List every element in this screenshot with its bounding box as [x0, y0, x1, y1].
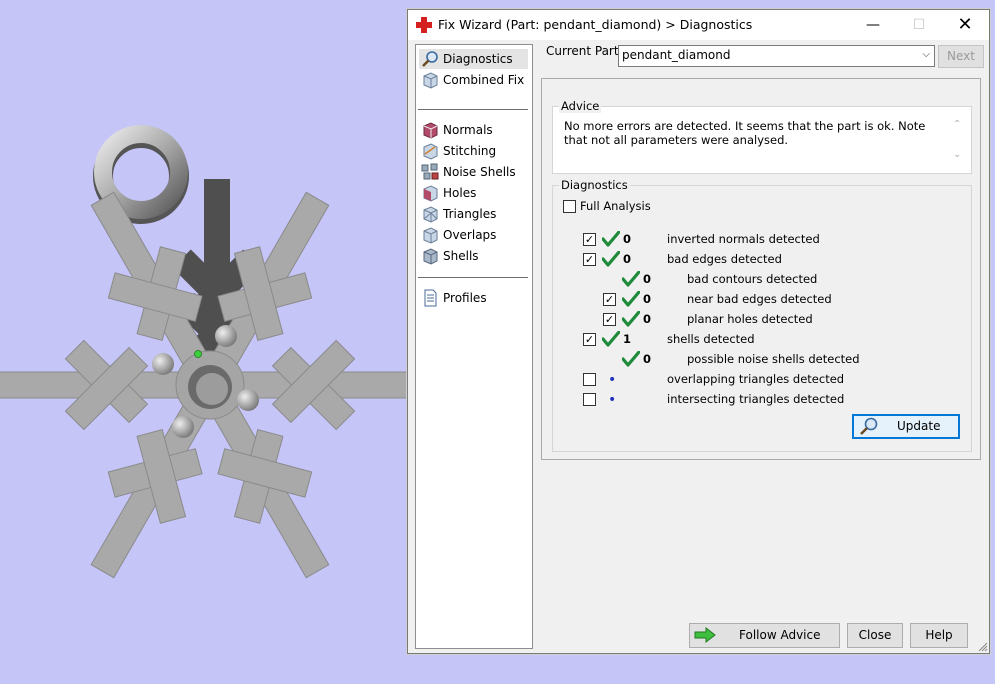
- nav-item-profiles[interactable]: Profiles: [419, 288, 528, 308]
- diagnostic-count: 0: [643, 312, 652, 326]
- diagnostic-row: ✓ 0 inverted normals detected: [553, 230, 953, 249]
- update-button[interactable]: Update: [852, 414, 960, 439]
- diagnostic-checkbox[interactable]: [583, 373, 596, 386]
- diagnostic-label: overlapping triangles detected: [667, 372, 845, 386]
- diagnostic-row: ✓ 0 near bad edges detected: [553, 290, 953, 309]
- holes-cube-icon: [423, 185, 438, 202]
- diagnostics-title: Diagnostics: [559, 178, 630, 192]
- current-part-select[interactable]: pendant_diamond ⌵: [618, 45, 935, 67]
- nav-item-stitching[interactable]: Stitching: [419, 141, 528, 161]
- app-cross-icon: [416, 17, 432, 33]
- not-analysed-dot-icon: •: [608, 372, 617, 388]
- nav-item-triangles[interactable]: Triangles: [419, 204, 528, 224]
- diagnostic-row: • overlapping triangles detected: [553, 371, 953, 389]
- diagnostic-row: 0 possible noise shells detected: [553, 350, 953, 369]
- diagnostic-label: possible noise shells detected: [687, 352, 860, 366]
- check-icon: [621, 290, 641, 307]
- current-part-value: pendant_diamond: [622, 48, 731, 62]
- chevron-down-icon: ⌵: [922, 49, 930, 60]
- advice-text: No more errors are detected. It seems th…: [564, 119, 926, 147]
- nav-item-diagnostics[interactable]: Diagnostics: [419, 49, 528, 69]
- resize-grip-icon[interactable]: [978, 642, 988, 652]
- diagnostic-row: ✓ 0 planar holes detected: [553, 310, 953, 329]
- full-analysis-checkbox[interactable]: [563, 200, 576, 213]
- diagnostic-checkbox[interactable]: ✓: [583, 253, 596, 266]
- close-window-button[interactable]: ✕: [942, 10, 988, 40]
- normals-cube-icon: [423, 122, 438, 139]
- check-icon: [601, 230, 621, 247]
- nav-item-noise-shells[interactable]: Noise Shells: [419, 162, 528, 182]
- diagnostic-row: • intersecting triangles detected: [553, 391, 953, 409]
- diagnostics-panel: Advice No more errors are detected. It s…: [541, 78, 981, 460]
- stitching-cube-icon: [423, 143, 438, 160]
- diagnostic-checkbox[interactable]: ✓: [603, 313, 616, 326]
- diagnostic-row: ✓ 1 shells detected: [553, 330, 953, 349]
- nav-item-overlaps[interactable]: Overlaps: [419, 225, 528, 245]
- help-button[interactable]: Help: [910, 623, 968, 648]
- diagnostic-checkbox[interactable]: ✓: [603, 293, 616, 306]
- arrow-right-icon: [694, 627, 716, 643]
- noise-shells-icon: [421, 163, 439, 180]
- current-part-label: Current Part:: [546, 44, 623, 58]
- nav-divider: [418, 277, 528, 278]
- window-title: Fix Wizard (Part: pendant_diamond) > Dia…: [438, 17, 753, 32]
- diagnostic-label: bad edges detected: [667, 252, 782, 266]
- shells-cube-icon: [423, 248, 438, 265]
- diagnostic-label: intersecting triangles detected: [667, 392, 845, 406]
- check-icon: [601, 330, 621, 347]
- diagnostic-count: 0: [643, 272, 652, 286]
- magnifier-icon: [422, 51, 438, 67]
- overlaps-cube-icon: [423, 227, 438, 244]
- not-analysed-dot-icon: •: [608, 392, 617, 408]
- maximize-button[interactable]: ☐: [896, 10, 942, 40]
- diagnostic-checkbox[interactable]: ✓: [583, 233, 596, 246]
- close-button[interactable]: Close: [847, 623, 903, 648]
- triangles-cube-icon: [423, 206, 438, 223]
- diagnostic-count: 0: [623, 252, 632, 266]
- document-icon: [424, 289, 437, 307]
- diagnostic-label: inverted normals detected: [667, 232, 820, 246]
- nav-item-holes[interactable]: Holes: [419, 183, 528, 203]
- follow-advice-button[interactable]: Follow Advice: [689, 623, 840, 648]
- nav-item-shells[interactable]: Shells: [419, 246, 528, 266]
- diagnostic-label: near bad edges detected: [687, 292, 832, 306]
- check-icon: [621, 310, 641, 327]
- fix-navigation-panel: Diagnostics Combined Fix Normals Stitchi…: [415, 44, 533, 649]
- diagnostic-checkbox[interactable]: ✓: [583, 333, 596, 346]
- check-icon: [601, 250, 621, 267]
- advice-title: Advice: [559, 99, 602, 113]
- diagnostic-checkbox[interactable]: [583, 393, 596, 406]
- scroll-down-icon[interactable]: ⌄: [953, 149, 961, 160]
- title-bar[interactable]: Fix Wizard (Part: pendant_diamond) > Dia…: [408, 10, 989, 40]
- diagnostic-label: planar holes detected: [687, 312, 813, 326]
- minimize-button[interactable]: —: [850, 10, 896, 40]
- advice-scrollbar[interactable]: ⌃ ⌄: [951, 119, 967, 167]
- diagnostic-row: 0 bad contours detected: [553, 270, 953, 289]
- diagnostic-label: bad contours detected: [687, 272, 818, 286]
- check-icon: [621, 350, 641, 367]
- diagnostic-count: 0: [623, 232, 632, 246]
- cube-icon: [423, 72, 438, 89]
- diagnostic-count: 0: [643, 292, 652, 306]
- full-analysis-label: Full Analysis: [580, 199, 651, 213]
- advice-group: Advice No more errors are detected. It s…: [552, 99, 972, 174]
- fix-wizard-window: Fix Wizard (Part: pendant_diamond) > Dia…: [407, 9, 990, 654]
- diagnostic-label: shells detected: [667, 332, 755, 346]
- nav-divider: [418, 109, 528, 110]
- diagnostics-group: Diagnostics Full Analysis ✓ 0 inverted nor…: [552, 178, 972, 452]
- magnifier-icon: [860, 417, 878, 435]
- check-icon: [621, 270, 641, 287]
- diagnostic-count: 1: [623, 332, 632, 346]
- next-button[interactable]: Next: [938, 45, 984, 68]
- diagnostic-row: ✓ 0 bad edges detected: [553, 250, 953, 269]
- nav-item-combined-fix[interactable]: Combined Fix: [419, 70, 528, 90]
- scroll-up-icon[interactable]: ⌃: [953, 119, 961, 130]
- nav-item-normals[interactable]: Normals: [419, 120, 528, 140]
- diagnostic-count: 0: [643, 352, 652, 366]
